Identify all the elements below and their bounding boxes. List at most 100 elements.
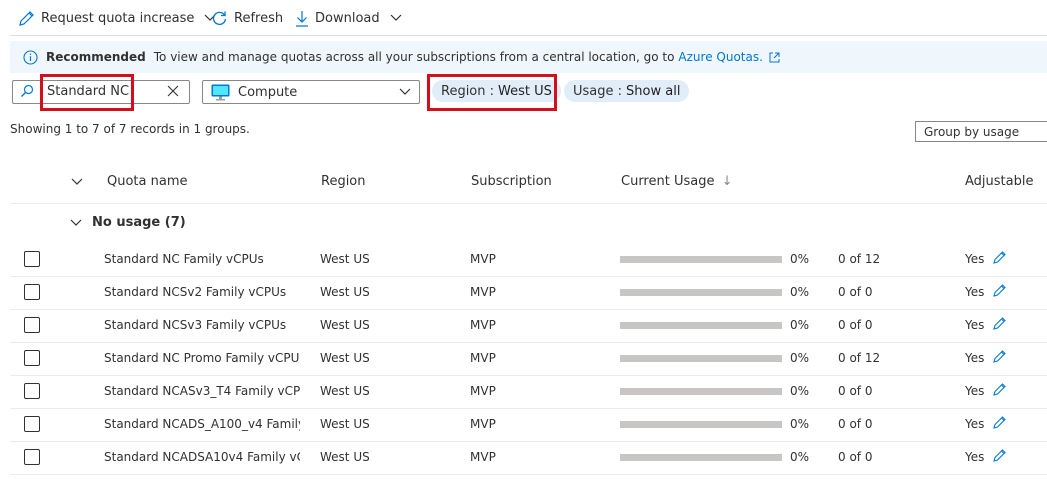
quota-name-cell: Standard NCSv3 Family vCPUs	[104, 318, 287, 332]
region-cell: West US	[320, 285, 370, 299]
subscription-cell: MVP	[470, 351, 496, 365]
usage-count-cell: 0 of 0	[838, 384, 873, 398]
provider-dropdown[interactable]: Compute	[202, 80, 420, 104]
group-label: No usage (7)	[92, 215, 186, 230]
region-filter-value: West US	[498, 83, 552, 99]
search-box	[12, 80, 190, 104]
row-checkbox[interactable]	[24, 251, 40, 267]
records-summary: Showing 1 to 7 of 7 records in 1 groups.	[10, 122, 250, 136]
subscription-cell: MVP	[470, 384, 496, 398]
table-row[interactable]: Standard NCADS_A100_v4 Family West US MVP 0…	[10, 408, 1047, 442]
refresh-icon	[211, 10, 228, 27]
usage-count-cell: 0 of 12	[838, 252, 881, 266]
usage-filter-pill[interactable]: Usage : Show all	[564, 80, 690, 102]
column-header-current-usage[interactable]: Current Usage ↓	[621, 174, 733, 189]
quota-name-cell: Standard NCSv2 Family vCPUs	[104, 285, 287, 299]
usage-percent-cell: 0%	[790, 285, 810, 299]
download-icon	[295, 10, 309, 27]
table-row[interactable]: Standard NCSv2 Family vCPUs West US MVP 0% 0…	[10, 276, 1047, 310]
group-by-dropdown[interactable]: Group by usage	[915, 121, 1047, 142]
column-header-quota-name[interactable]: Quota name	[107, 174, 188, 189]
usage-count-cell: 0 of 12	[838, 351, 881, 365]
download-button[interactable]: Download	[295, 6, 402, 30]
quota-name-cell: Standard NCADSA10v4 Family vCF	[104, 450, 300, 464]
adjustable-cell: Yes	[965, 450, 985, 464]
column-header-adjustable[interactable]: Adjustable	[965, 174, 1033, 189]
subscription-cell: MVP	[470, 285, 496, 299]
edit-quota-icon[interactable]	[992, 316, 1007, 331]
chevron-down-icon	[399, 88, 411, 96]
quota-name-cell: Standard NCASv3_T4 Family vCPU	[104, 384, 300, 398]
edit-quota-icon[interactable]	[992, 283, 1007, 298]
search-icon	[20, 84, 34, 98]
adjustable-cell: Yes	[965, 285, 985, 299]
request-quota-increase-button[interactable]: Request quota increase	[18, 6, 216, 30]
refresh-button[interactable]: Refresh	[211, 6, 283, 30]
clear-search-icon[interactable]	[167, 85, 179, 97]
row-checkbox[interactable]	[24, 317, 40, 333]
subscription-cell: MVP	[470, 450, 496, 464]
usage-progress-bar	[620, 289, 782, 296]
current-usage-label: Current Usage	[621, 174, 715, 189]
usage-progress-bar	[620, 454, 782, 461]
row-checkbox[interactable]	[24, 383, 40, 399]
group-header[interactable]: No usage (7)	[70, 215, 186, 230]
adjustable-cell: Yes	[965, 351, 985, 365]
info-icon	[23, 49, 38, 65]
adjustable-cell: Yes	[965, 417, 985, 431]
table-row[interactable]: Standard NCADSA10v4 Family vCF West US MVP…	[10, 441, 1047, 475]
edit-quota-icon[interactable]	[992, 382, 1007, 397]
usage-progress-bar	[620, 388, 782, 395]
region-cell: West US	[320, 318, 370, 332]
usage-count-cell: 0 of 0	[838, 318, 873, 332]
usage-count-cell: 0 of 0	[838, 450, 873, 464]
region-cell: West US	[320, 417, 370, 431]
collapse-chevron-icon[interactable]	[70, 219, 82, 227]
toolbar-divider	[10, 35, 1047, 36]
subscription-cell: MVP	[470, 417, 496, 431]
usage-percent-cell: 0%	[790, 417, 810, 431]
pencil-icon	[18, 10, 35, 27]
quota-name-cell: Standard NC Family vCPUs	[104, 252, 264, 266]
azure-quotas-link[interactable]: Azure Quotas.	[678, 50, 763, 64]
usage-progress-bar	[620, 256, 782, 263]
adjustable-cell: Yes	[965, 252, 985, 266]
region-cell: West US	[320, 384, 370, 398]
row-checkbox[interactable]	[24, 416, 40, 432]
sort-descending-icon: ↓	[721, 174, 733, 189]
table-row[interactable]: Standard NCASv3_T4 Family vCPU West US MVP…	[10, 375, 1047, 409]
row-checkbox[interactable]	[24, 284, 40, 300]
edit-quota-icon[interactable]	[992, 349, 1007, 364]
column-header-subscription[interactable]: Subscription	[471, 174, 552, 189]
chevron-down-icon	[390, 14, 402, 22]
row-checkbox[interactable]	[24, 350, 40, 366]
region-filter-pill[interactable]: Region : West US	[432, 80, 561, 102]
provider-value: Compute	[238, 84, 298, 100]
request-quota-increase-label: Request quota increase	[41, 10, 195, 26]
edit-quota-icon[interactable]	[992, 448, 1007, 463]
group-by-value: Group by usage	[924, 124, 1020, 139]
adjustable-cell: Yes	[965, 384, 985, 398]
header-divider	[10, 203, 1047, 204]
external-link-icon	[769, 52, 780, 63]
table-row[interactable]: Standard NCSv3 Family vCPUs West US MVP 0% 0…	[10, 309, 1047, 343]
quota-name-cell: Standard NC Promo Family vCPUs	[104, 351, 300, 365]
download-label: Download	[315, 10, 380, 26]
banner-text: To view and manage quotas across all you…	[153, 50, 675, 64]
search-input[interactable]	[47, 83, 157, 100]
quota-name-cell: Standard NCADS_A100_v4 Family	[104, 417, 300, 431]
edit-quota-icon[interactable]	[992, 250, 1007, 265]
usage-filter-key: Usage :	[573, 83, 623, 99]
subscription-cell: MVP	[470, 318, 496, 332]
subscription-cell: MVP	[470, 252, 496, 266]
row-checkbox[interactable]	[24, 449, 40, 465]
edit-quota-icon[interactable]	[992, 415, 1007, 430]
table-row[interactable]: Standard NC Family vCPUs West US MVP 0% 0 of…	[10, 243, 1047, 277]
table-row[interactable]: Standard NC Promo Family vCPUs West US MVP…	[10, 342, 1047, 376]
usage-percent-cell: 0%	[790, 450, 810, 464]
expand-all-chevron-icon[interactable]	[71, 178, 83, 186]
column-header-region[interactable]: Region	[321, 174, 366, 189]
usage-filter-value: Show all	[626, 83, 681, 99]
refresh-label: Refresh	[234, 10, 284, 26]
usage-count-cell: 0 of 0	[838, 285, 873, 299]
